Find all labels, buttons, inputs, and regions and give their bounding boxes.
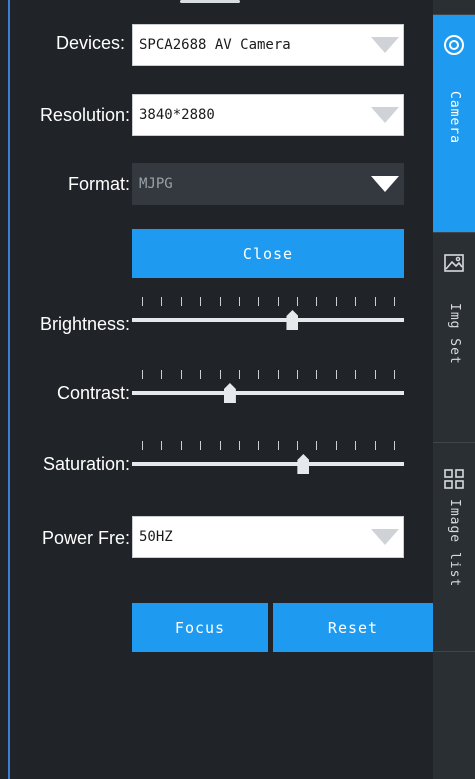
panel-top-handle xyxy=(180,0,240,3)
slider-tick xyxy=(180,297,182,306)
tab-camera-label: Camera xyxy=(447,91,462,144)
slider-tick xyxy=(161,297,163,306)
slider-tick xyxy=(297,370,299,379)
slider-tick xyxy=(374,297,376,306)
slider-tick xyxy=(277,297,279,306)
slider-tick xyxy=(297,297,299,306)
slider-tick xyxy=(374,441,376,450)
slider-thumb[interactable] xyxy=(223,383,236,403)
slider-tick xyxy=(219,370,221,379)
resolution-select[interactable]: 3840*2880 xyxy=(132,94,404,136)
slider-track xyxy=(132,318,404,322)
slider-tick xyxy=(142,441,143,450)
slider-tick xyxy=(335,297,337,306)
slider-track xyxy=(132,391,404,395)
chevron-down-icon xyxy=(371,176,399,192)
brightness-slider[interactable] xyxy=(132,293,404,333)
slider-tick xyxy=(277,441,279,450)
format-select[interactable]: MJPG xyxy=(132,163,404,205)
slider-thumb[interactable] xyxy=(286,310,299,330)
power-frequency-value: 50HZ xyxy=(139,529,173,545)
slider-tick xyxy=(200,441,202,450)
power-frequency-label: Power Fre: xyxy=(41,528,130,548)
power-frequency-select[interactable]: 50HZ xyxy=(132,516,404,558)
reset-button[interactable]: Reset xyxy=(273,603,433,652)
slider-tick xyxy=(355,441,357,450)
slider-ticks xyxy=(142,441,395,451)
slider-tick xyxy=(335,370,337,379)
slider-tick xyxy=(374,370,376,379)
tab-img-set-label: Img Set xyxy=(447,303,462,365)
panel-left-edge xyxy=(8,0,10,779)
slider-tick xyxy=(161,441,163,450)
slider-tick xyxy=(238,441,240,450)
saturation-label: Saturation: xyxy=(42,454,130,474)
tab-image-list-label: Image list xyxy=(447,499,462,588)
slider-tick xyxy=(142,297,143,306)
saturation-slider[interactable] xyxy=(132,437,404,477)
slider-tick xyxy=(258,441,260,450)
slider-tick xyxy=(161,370,163,379)
focus-button[interactable]: Focus xyxy=(132,603,268,652)
resolution-value: 3840*2880 xyxy=(139,107,215,123)
right-sidebar: Camera Img Set Image list xyxy=(433,0,475,779)
slider-tick xyxy=(200,370,202,379)
slider-tick xyxy=(316,441,318,450)
slider-tick xyxy=(238,370,240,379)
tab-image-list[interactable]: Image list xyxy=(433,442,475,652)
slider-tick xyxy=(355,297,357,306)
slider-tick xyxy=(394,297,395,306)
chevron-down-icon xyxy=(371,529,399,545)
slider-tick xyxy=(277,370,279,379)
slider-tick xyxy=(316,297,318,306)
slider-tick xyxy=(219,297,221,306)
slider-tick xyxy=(297,441,299,450)
camera-icon xyxy=(444,35,464,55)
slider-tick xyxy=(238,297,240,306)
slider-tick xyxy=(335,441,337,450)
close-button[interactable]: Close xyxy=(132,229,404,278)
contrast-label: Contrast: xyxy=(56,383,130,403)
slider-tick xyxy=(200,297,202,306)
resolution-label: Resolution: xyxy=(39,105,130,125)
slider-tick xyxy=(180,441,182,450)
contrast-slider[interactable] xyxy=(132,366,404,406)
slider-track xyxy=(132,462,404,466)
slider-tick xyxy=(258,297,260,306)
tab-img-set[interactable]: Img Set xyxy=(433,232,475,442)
slider-ticks xyxy=(142,297,395,307)
slider-tick xyxy=(258,370,260,379)
chevron-down-icon xyxy=(371,107,399,123)
slider-tick xyxy=(316,370,318,379)
image-icon xyxy=(444,254,464,272)
devices-select[interactable]: SPCA2688 AV Camera xyxy=(132,24,404,66)
slider-tick xyxy=(394,441,395,450)
grid-icon xyxy=(444,469,464,489)
format-label: Format: xyxy=(67,174,130,194)
slider-tick xyxy=(142,370,143,379)
slider-thumb[interactable] xyxy=(297,454,310,474)
slider-tick xyxy=(355,370,357,379)
tab-camera[interactable]: Camera xyxy=(433,14,475,232)
chevron-down-icon xyxy=(371,37,399,53)
slider-tick xyxy=(394,370,395,379)
slider-ticks xyxy=(142,370,395,380)
devices-value: SPCA2688 AV Camera xyxy=(139,37,291,53)
brightness-label: Brightness: xyxy=(39,314,130,334)
slider-tick xyxy=(180,370,182,379)
slider-tick xyxy=(219,441,221,450)
format-value: MJPG xyxy=(139,176,173,192)
devices-label: Devices: xyxy=(55,33,125,53)
